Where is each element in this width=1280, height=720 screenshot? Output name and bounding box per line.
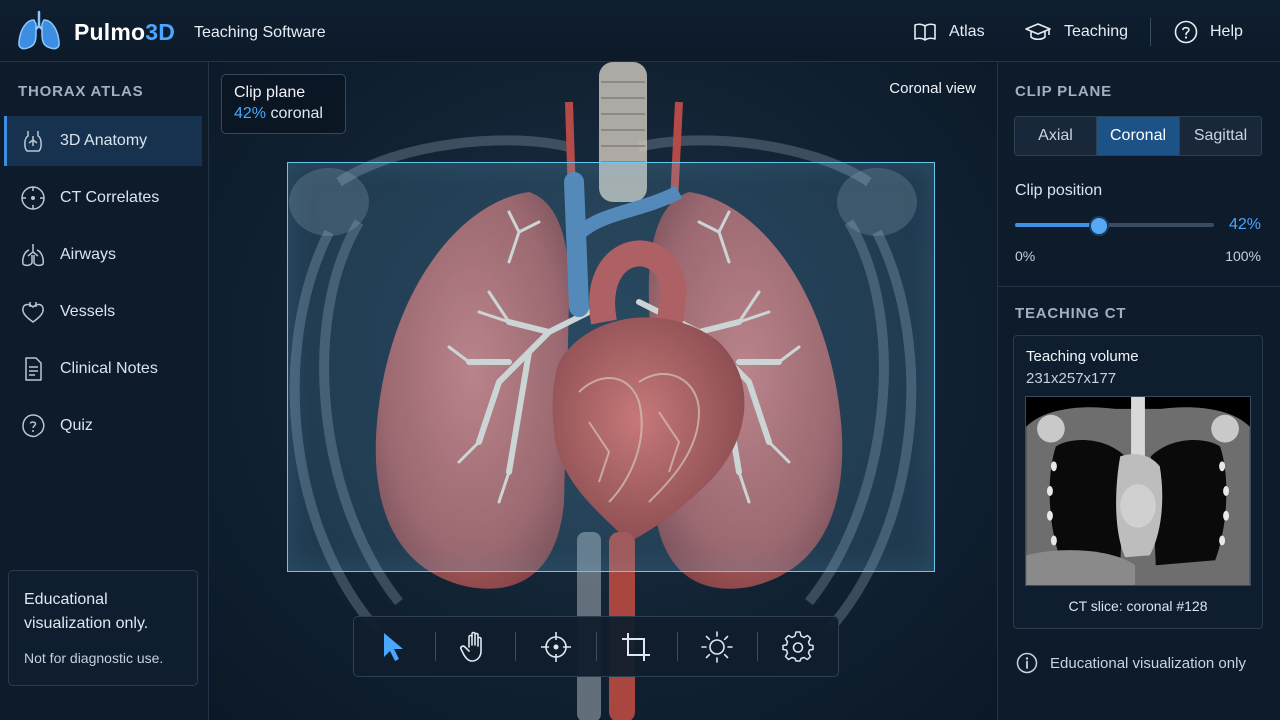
educational-note: Educational visualization only bbox=[1016, 652, 1246, 674]
quiz-icon bbox=[22, 414, 45, 438]
document-icon bbox=[25, 357, 42, 381]
plane-segmented-control: Axial Coronal Sagittal bbox=[1014, 116, 1262, 156]
ct-volume-dimensions: 231x257x177 bbox=[1026, 370, 1117, 387]
left-sidebar: THORAX ATLAS 3D Anatomy CT Correlates Ai… bbox=[0, 62, 209, 720]
brightness-tool-button[interactable] bbox=[676, 616, 758, 677]
ct-slice-image[interactable] bbox=[1025, 396, 1251, 586]
educational-note-text: Educational visualization only bbox=[1050, 654, 1246, 672]
ct-volume-title: Teaching volume bbox=[1026, 348, 1139, 365]
app-subtitle: Teaching Software bbox=[194, 24, 326, 41]
clip-position-value: 42% bbox=[1228, 216, 1261, 233]
sidebar-item-label: Quiz bbox=[60, 417, 93, 434]
clip-plane-badge: Clip plane 42% coronal bbox=[221, 74, 346, 134]
nav-teaching[interactable]: Teaching bbox=[1024, 18, 1128, 46]
teaching-ct-section-title: TEACHING CT bbox=[1015, 305, 1127, 322]
viewport-toolbar bbox=[353, 616, 839, 677]
ct-slice-caption: CT slice: coronal #128 bbox=[1068, 598, 1208, 614]
sidebar-item-airways[interactable]: Airways bbox=[4, 230, 202, 280]
nav-help[interactable]: Help bbox=[1174, 18, 1243, 46]
sidebar-item-label: Airways bbox=[60, 246, 117, 263]
crosshair-icon bbox=[540, 631, 571, 662]
disclaimer-box: Educational visualization only. Not for … bbox=[8, 570, 198, 686]
target-tool-button[interactable] bbox=[515, 616, 596, 677]
torso-icon bbox=[24, 131, 42, 152]
info-icon bbox=[1016, 652, 1038, 674]
settings-tool-button[interactable] bbox=[757, 616, 838, 677]
sidebar-item-label: CT Correlates bbox=[60, 189, 160, 206]
nav-atlas[interactable]: Atlas bbox=[913, 18, 985, 46]
sidebar-item-clinical-notes[interactable]: Clinical Notes bbox=[4, 344, 202, 394]
clip-badge-value: 42% coronal bbox=[234, 105, 323, 122]
sidebar-item-3d-anatomy[interactable]: 3D Anatomy bbox=[4, 116, 202, 166]
crop-tool-button[interactable] bbox=[596, 616, 677, 677]
clip-badge-title: Clip plane bbox=[234, 84, 306, 101]
nav-teaching-label: Teaching bbox=[1064, 23, 1129, 40]
disclaimer-primary: Educational visualization only. bbox=[24, 591, 149, 632]
ct-scan-icon bbox=[21, 186, 45, 210]
hand-icon bbox=[460, 631, 482, 662]
sidebar-item-label: Clinical Notes bbox=[60, 360, 158, 377]
clip-position-label: Clip position bbox=[1015, 182, 1103, 199]
clip-plane-overlay[interactable] bbox=[287, 162, 935, 572]
sidebar-title: THORAX ATLAS bbox=[18, 83, 144, 100]
sidebar-item-ct-correlates[interactable]: CT Correlates bbox=[4, 173, 202, 223]
right-panel: CLIP PLANE Axial Coronal Sagittal Clip p… bbox=[997, 62, 1280, 720]
sidebar-item-label: Vessels bbox=[60, 303, 116, 320]
view-orientation-label: Coronal view bbox=[889, 80, 976, 97]
book-icon bbox=[914, 23, 936, 41]
app-brand: Pulmo3D bbox=[74, 19, 176, 45]
sun-icon bbox=[701, 630, 733, 663]
nav-separator bbox=[1150, 18, 1151, 46]
clip-position-slider[interactable] bbox=[1015, 218, 1214, 234]
sidebar-item-vessels[interactable]: Vessels bbox=[4, 287, 202, 337]
crop-icon bbox=[622, 632, 651, 661]
sidebar-item-quiz[interactable]: Quiz bbox=[4, 401, 202, 451]
graduation-cap-icon bbox=[1025, 23, 1051, 41]
heart-vessel-icon bbox=[22, 302, 44, 323]
slider-max-label: 100% bbox=[1225, 248, 1261, 264]
nav-help-label: Help bbox=[1210, 23, 1243, 40]
slider-min-label: 0% bbox=[1015, 248, 1036, 264]
help-circle-icon bbox=[1174, 20, 1198, 44]
teaching-ct-card: Teaching volume 231x257x177 CT slice: co… bbox=[1013, 335, 1263, 629]
cursor-arrow-icon bbox=[384, 632, 404, 661]
airways-icon bbox=[22, 244, 44, 267]
plane-coronal-button[interactable]: Coronal bbox=[1096, 117, 1179, 155]
sidebar-item-label: 3D Anatomy bbox=[60, 132, 148, 149]
lungs-logo-icon bbox=[16, 10, 62, 52]
gear-icon bbox=[781, 630, 814, 662]
pan-tool-button[interactable] bbox=[434, 616, 516, 677]
panel-divider bbox=[998, 286, 1280, 287]
slider-thumb[interactable] bbox=[1090, 218, 1107, 234]
disclaimer-secondary: Not for diagnostic use. bbox=[24, 650, 164, 666]
3d-viewport[interactable]: Clip plane 42% coronal Coronal view bbox=[209, 62, 997, 720]
nav-atlas-label: Atlas bbox=[949, 23, 985, 40]
plane-sagittal-button[interactable]: Sagittal bbox=[1179, 117, 1261, 155]
top-bar: Pulmo3D Teaching Software Atlas Teaching… bbox=[0, 0, 1280, 62]
select-tool-button[interactable] bbox=[354, 616, 435, 677]
plane-axial-button[interactable]: Axial bbox=[1015, 117, 1096, 155]
slider-fill bbox=[1015, 223, 1099, 227]
clip-plane-section-title: CLIP PLANE bbox=[1015, 83, 1112, 100]
